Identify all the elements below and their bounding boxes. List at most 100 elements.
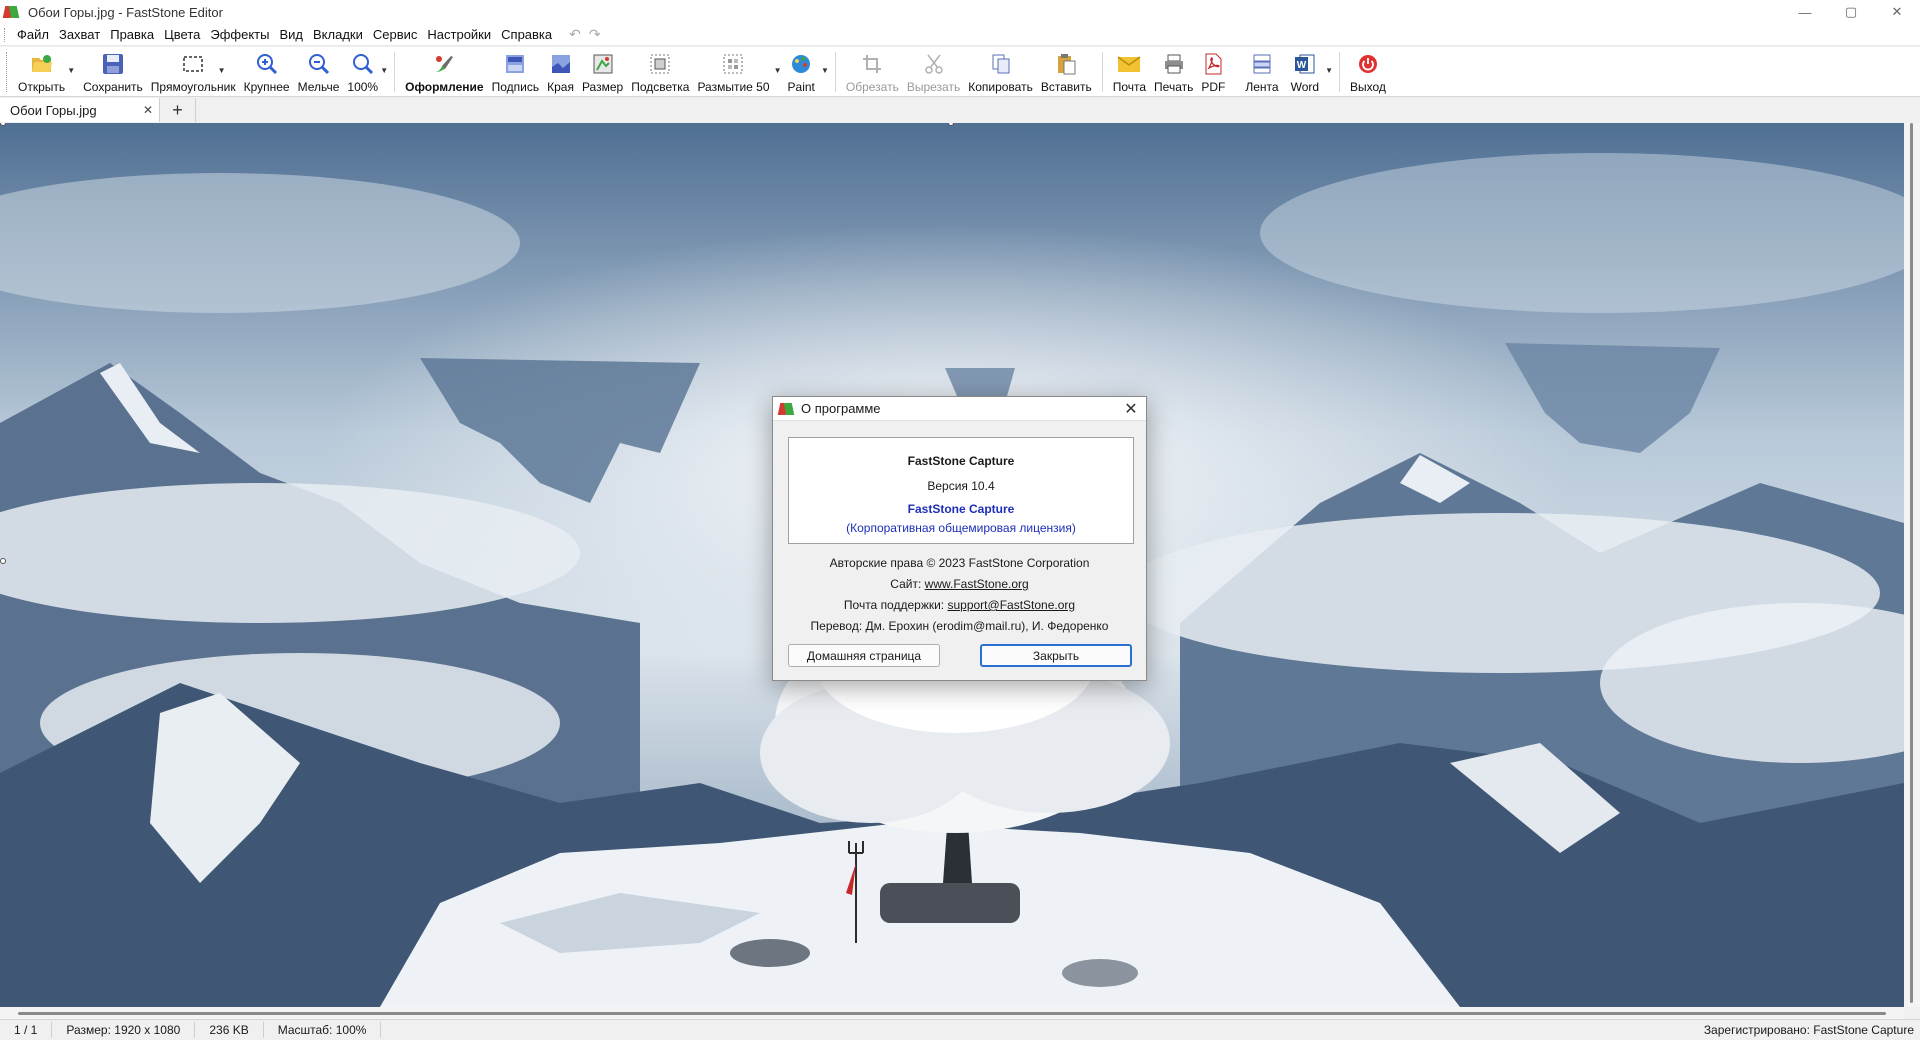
toolbar-grip <box>6 52 10 92</box>
status-registration: Зарегистрировано: FastStone Capture <box>1703 1023 1914 1037</box>
maximize-button[interactable]: ▢ <box>1828 0 1874 24</box>
support-line: Почта поддержки: support@FastStone.org <box>773 595 1146 616</box>
about-dialog-title: О программе <box>801 401 881 416</box>
mail-envelope-icon <box>1117 52 1141 76</box>
open-dropdown-icon[interactable]: ▼ <box>67 66 75 75</box>
paint-dropdown-icon[interactable]: ▼ <box>821 66 829 75</box>
rectangle-select-button[interactable]: Прямоугольник ▼ <box>147 48 240 96</box>
paste-button[interactable]: Вставить <box>1037 48 1096 96</box>
menu-help[interactable]: Справка <box>496 24 557 46</box>
about-close-icon[interactable]: ✕ <box>1122 400 1140 418</box>
horizontal-scroll-thumb[interactable] <box>18 1012 1886 1015</box>
zoom-in-icon <box>255 52 279 76</box>
product-version: Версия 10.4 <box>927 479 995 493</box>
menu-edit[interactable]: Правка <box>105 24 159 46</box>
home-page-button[interactable]: Домашняя страница <box>788 644 940 667</box>
vertical-scroll-thumb[interactable] <box>1910 123 1913 1003</box>
about-dialog-titlebar: О программе <box>773 397 1146 421</box>
status-file-size: 236 KB <box>195 1022 264 1038</box>
svg-text:W: W <box>1297 60 1307 71</box>
crop-button[interactable]: Обрезать <box>842 48 903 96</box>
toolbar: Открыть ▼ Сохранить Прямоугольник ▼ Круп… <box>0 47 1920 97</box>
print-button[interactable]: Печать <box>1150 48 1197 96</box>
zoom-out-icon <box>307 52 331 76</box>
printer-icon <box>1162 52 1186 76</box>
highlight-button[interactable]: Подсветка <box>627 48 693 96</box>
mail-button[interactable]: Почта <box>1109 48 1150 96</box>
minimize-button[interactable]: — <box>1782 0 1828 24</box>
rectangle-select-icon <box>181 52 205 76</box>
close-dialog-button[interactable]: Закрыть <box>980 644 1132 667</box>
menu-tabs[interactable]: Вкладки <box>308 24 368 46</box>
site-link[interactable]: www.FastStone.org <box>925 577 1029 591</box>
resize-button[interactable]: Размер <box>578 48 627 96</box>
exit-button[interactable]: Выход <box>1346 48 1390 96</box>
blur-button[interactable]: Размытие 50 ▼ <box>693 48 782 96</box>
open-folder-icon <box>30 52 54 76</box>
license-type: (Корпоративная общемировая лицензия) <box>846 521 1076 535</box>
blur-icon <box>721 52 745 76</box>
paint-button[interactable]: Paint ▼ <box>784 48 829 96</box>
vertical-scrollbar[interactable] <box>1904 123 1920 1007</box>
save-button[interactable]: Сохранить <box>79 48 147 96</box>
menu-tools[interactable]: Сервис <box>368 24 423 46</box>
zoom-in-button[interactable]: Крупнее <box>240 48 294 96</box>
menu-file[interactable]: Файл <box>12 24 54 46</box>
redo-icon[interactable]: ↷ <box>589 26 601 43</box>
menu-settings[interactable]: Настройки <box>422 24 496 46</box>
zoom-out-button[interactable]: Мельче <box>294 48 344 96</box>
highlight-icon <box>648 52 672 76</box>
tab-close-icon[interactable]: ✕ <box>143 103 153 117</box>
rect-dropdown-icon[interactable]: ▼ <box>218 66 226 75</box>
pdf-button[interactable]: PDF <box>1197 48 1229 96</box>
tab-label: Обои Горы.jpg <box>10 102 97 118</box>
close-window-button[interactable]: ✕ <box>1874 0 1920 24</box>
edges-icon <box>549 52 573 76</box>
word-dropdown-icon[interactable]: ▼ <box>1325 66 1333 75</box>
edges-button[interactable]: Края <box>543 48 578 96</box>
zoom-actual-icon <box>351 52 375 76</box>
window-title: Обои Горы.jpg - FastStone Editor <box>28 4 223 20</box>
decoration-button[interactable]: Оформление <box>401 48 488 96</box>
new-tab-button[interactable]: + <box>160 98 196 122</box>
menu-effects[interactable]: Эффекты <box>205 24 274 46</box>
about-dialog: О программе ✕ FastStone Capture Версия 1… <box>772 396 1147 681</box>
zoom-dropdown-icon[interactable]: ▼ <box>380 66 388 75</box>
app-logo-icon <box>2 4 20 20</box>
product-name: FastStone Capture <box>907 454 1015 468</box>
menu-grip <box>4 27 8 42</box>
zoom-100-button[interactable]: 100% ▼ <box>343 48 388 96</box>
support-label: Почта поддержки: <box>843 598 945 612</box>
tab-bar: Обои Горы.jpg ✕ + <box>0 97 1920 122</box>
support-email-link[interactable]: support@FastStone.org <box>947 598 1075 612</box>
horizontal-scrollbar[interactable] <box>0 1007 1904 1019</box>
ribbon-icon <box>1250 52 1274 76</box>
resize-handle-left[interactable] <box>0 558 6 564</box>
title-bar: Обои Горы.jpg - FastStone Editor — ▢ ✕ <box>0 0 1920 24</box>
menu-colors[interactable]: Цвета <box>159 24 205 46</box>
blur-dropdown-icon[interactable]: ▼ <box>774 66 782 75</box>
copyright-text: Авторские права © 2023 FastStone Corpora… <box>829 556 1090 570</box>
translation-credit: Перевод: Дм. Ерохин (erodim@mail.ru), И.… <box>810 619 1109 633</box>
copy-icon <box>989 52 1013 76</box>
site-line: Сайт: www.FastStone.org <box>773 574 1146 595</box>
cut-button[interactable]: Вырезать <box>903 48 964 96</box>
decoration-brush-icon <box>432 52 456 76</box>
pdf-icon <box>1201 52 1225 76</box>
ribbon-button[interactable]: Лента <box>1241 48 1282 96</box>
word-button[interactable]: W Word ▼ <box>1287 48 1333 96</box>
resize-icon <box>591 52 615 76</box>
menu-bar: Файл Захват Правка Цвета Эффекты Вид Вкл… <box>0 24 1920 46</box>
menu-capture[interactable]: Захват <box>54 24 105 46</box>
caption-icon <box>503 52 527 76</box>
undo-icon[interactable]: ↶ <box>569 26 581 43</box>
caption-button[interactable]: Подпись <box>488 48 544 96</box>
licensed-product: FastStone Capture <box>907 502 1015 516</box>
copy-button[interactable]: Копировать <box>964 48 1037 96</box>
word-icon: W <box>1293 52 1317 76</box>
tab-image[interactable]: Обои Горы.jpg ✕ <box>0 98 160 122</box>
menu-view[interactable]: Вид <box>274 24 308 46</box>
scissors-icon <box>922 52 946 76</box>
open-button[interactable]: Открыть ▼ <box>14 48 75 96</box>
toolbar-separator <box>394 52 396 92</box>
